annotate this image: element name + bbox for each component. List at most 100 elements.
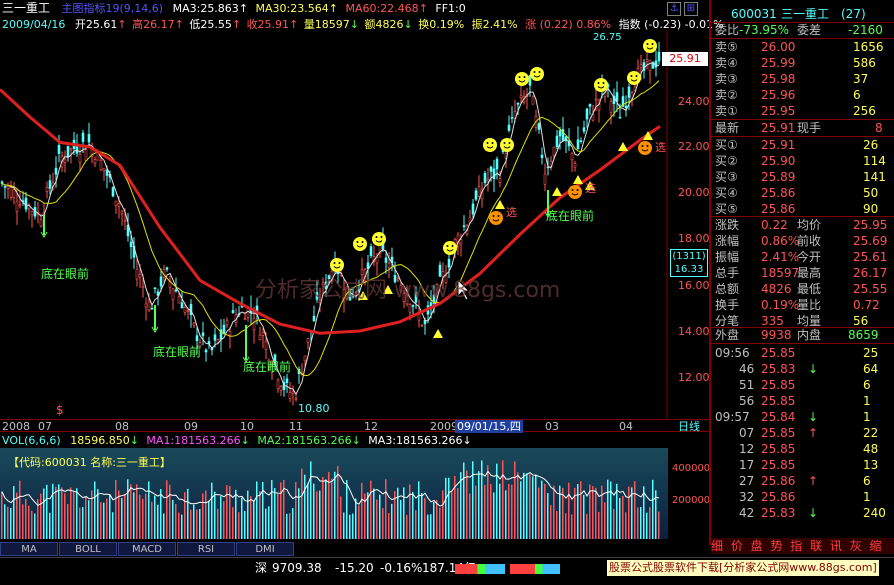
tick-price: 25.85 <box>761 346 796 360</box>
tick-time: 07 <box>739 426 755 440</box>
tick-row: 51 25.85 6 <box>713 377 889 393</box>
vol-ma2: MA2:181563.266 <box>257 434 352 447</box>
lock-icon[interactable]: ⚓ <box>667 2 681 16</box>
divider-7 <box>711 343 894 344</box>
tick-time: 17 <box>739 458 755 472</box>
market-breadth-bar-2 <box>510 564 560 574</box>
vol-arrow-icon: ↓ <box>129 434 139 447</box>
ask-volume: 37 <box>853 72 869 86</box>
date-tick-10: 10 <box>240 420 254 433</box>
stat-value-2: 25.69 <box>853 234 888 248</box>
tick-time: 42 <box>739 506 755 520</box>
tick-time: 46 <box>739 362 755 376</box>
price-cursor-box: (1311) 16.33 <box>670 249 708 277</box>
low-price-marker: 10.80 <box>298 402 330 415</box>
tick-time: 51 <box>739 378 755 392</box>
vol-ma3: MA3:181563.266 <box>368 434 463 447</box>
smiley-icon <box>353 237 367 251</box>
tick-price: 25.85 <box>761 442 796 456</box>
ma3-value: MA3:25.863 <box>172 2 239 15</box>
vol-tick-200000: 200000 <box>672 495 711 506</box>
tab-ma[interactable]: MA <box>0 542 58 556</box>
tab-boll[interactable]: BOLL <box>59 542 117 556</box>
bid-row: 买⑤ 25.86 90 <box>713 201 889 217</box>
ma3-arrow-icon: ↑ <box>238 2 249 15</box>
tab-dmi[interactable]: DMI <box>236 542 294 556</box>
tick-arrow-icon: ↑ <box>808 474 819 488</box>
status-ad-text[interactable]: 股票公式股票软件下载[分析家公式网www.88gs.com] <box>607 560 879 576</box>
smiley-icon <box>489 211 503 225</box>
date-axis: 2008 07 08 09 10 11 12 2009 09/01/15,四 0… <box>0 419 710 433</box>
outer-value: 9938 <box>761 328 792 342</box>
price-tick-24: 24.00 <box>678 95 710 108</box>
bid-volume: 26 <box>863 138 879 152</box>
smiley-icon <box>483 138 497 152</box>
stat-row: 总手 18597 最高 26.17 <box>713 265 889 281</box>
date-tick-08: 08 <box>115 420 129 433</box>
ask-volume: 586 <box>853 56 876 70</box>
tick-volume: 64 <box>863 362 879 376</box>
bid-price: 25.91 <box>761 138 796 152</box>
vol-ma1: MA1:181563.266 <box>146 434 241 447</box>
tick-price: 25.83 <box>761 506 796 520</box>
ask-volume: 1656 <box>853 40 884 54</box>
annotation-select-2: 选 <box>585 182 596 195</box>
ask-price: 25.98 <box>761 72 796 86</box>
price-tick-20: 20.00 <box>678 186 710 199</box>
inner-value: 8659 <box>848 328 879 342</box>
bid-label: 买② <box>715 154 738 168</box>
date-tick-11: 11 <box>289 420 303 433</box>
smiley-icon <box>372 232 386 246</box>
hand-label: 现手 <box>797 121 822 135</box>
watermark-text: 分析家公式网 www.88gs.com <box>255 278 561 303</box>
price-tick-12: 12.00 <box>678 371 710 384</box>
vol-tick-400000: 400000 <box>672 463 711 474</box>
ask-price: 26.00 <box>761 40 796 54</box>
market-breadth-bar <box>455 564 505 574</box>
tick-volume: 240 <box>863 506 886 520</box>
status-bar: 深 9709.38 -15.20 -0.16% 187.14亿 股票公式股票软件… <box>0 557 894 585</box>
stat-value-2: 26.17 <box>853 266 888 280</box>
quote-count: (27) <box>841 7 866 21</box>
ask-price: 25.96 <box>761 88 796 102</box>
smiley-icon <box>500 138 514 152</box>
tick-row: 12 25.85 48 <box>713 441 889 457</box>
current-price-tag: 25.91 <box>662 52 708 66</box>
bid-price: 25.89 <box>761 170 796 184</box>
price-axis-top: 26.75 <box>593 32 622 43</box>
ask-row: 卖③ 25.98 37 <box>713 71 889 87</box>
date-tick-12: 12 <box>364 420 378 433</box>
bid-label: 买③ <box>715 170 738 184</box>
annotation-bottom-1: 底在眼前 <box>41 267 90 281</box>
price-chart[interactable] <box>0 30 668 420</box>
tick-price: 25.83 <box>761 362 796 376</box>
stat-label: 总手 <box>715 266 740 280</box>
weibi-row: 委比 -73.95% 委差 -2160 <box>713 22 889 38</box>
ask-row: 卖① 25.95 256 <box>713 103 889 119</box>
period-label[interactable]: 日线 <box>678 420 700 433</box>
stat-row: 振幅 2.41% 今开 25.61 <box>713 249 889 265</box>
dollar-icon: $ <box>56 403 64 417</box>
stat-label-2: 前收 <box>797 234 822 248</box>
stat-value-2: 25.61 <box>853 250 888 264</box>
ask-price: 25.99 <box>761 56 796 70</box>
indicator-name[interactable]: 主图指标19(9,14,6) <box>62 2 164 15</box>
ask-label: 卖④ <box>715 56 738 70</box>
tick-volume: 48 <box>863 442 879 456</box>
bid-row: 买④ 25.86 50 <box>713 185 889 201</box>
weibi-label: 委比 <box>715 23 740 37</box>
vol-ma3-arrow-icon: ↓ <box>462 434 472 447</box>
ask-price: 25.95 <box>761 104 796 118</box>
status-index-pct: -0.16% <box>380 561 423 575</box>
smiley-icon <box>594 78 608 92</box>
quote-panel: 600031 三一重工 (27) 委比 -73.95% 委差 -2160 卖⑤ 2… <box>710 0 894 554</box>
vol-label[interactable]: VOL(6,6,6) <box>2 434 61 447</box>
tick-row: 42 25.83 ↓ 240 <box>713 505 889 521</box>
tick-time: 32 <box>739 490 755 504</box>
tab-rsi[interactable]: RSI <box>177 542 235 556</box>
vol-ma1-arrow-icon: ↓ <box>240 434 250 447</box>
price-tick-22: 22.00 <box>678 140 710 153</box>
expand-icon[interactable]: ⊞ <box>684 2 698 16</box>
tab-macd[interactable]: MACD <box>118 542 176 556</box>
right-panel-tabs[interactable]: 细 价 盘 势 指 联 讯 灰 缩 <box>711 538 894 554</box>
